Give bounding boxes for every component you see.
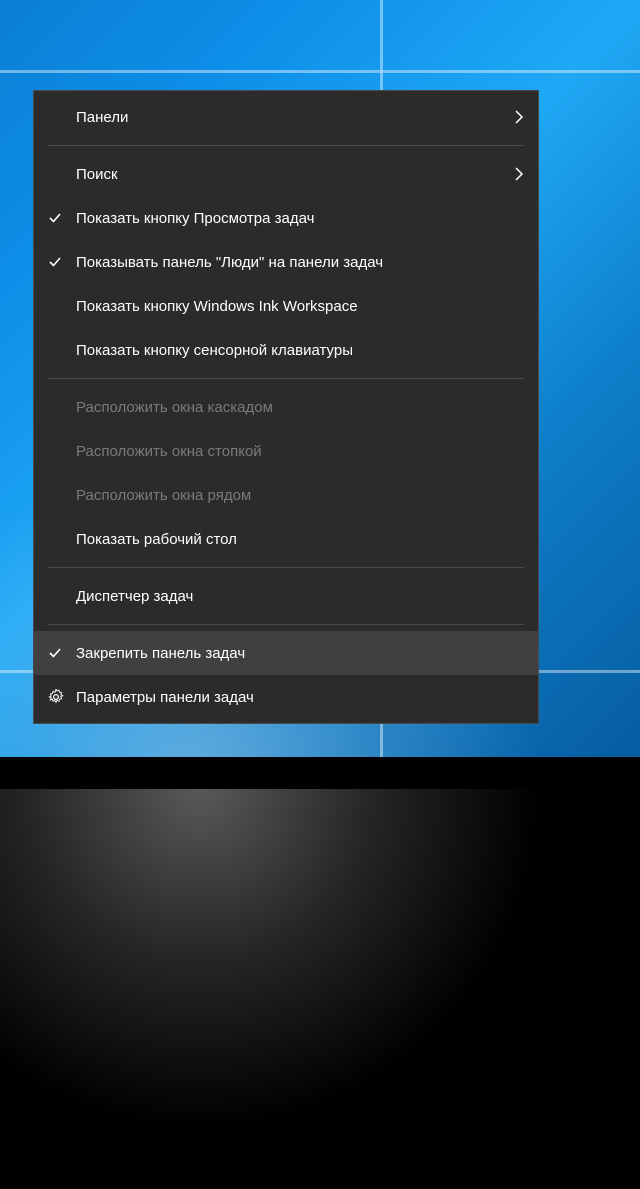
menu-label: Диспетчер задач	[76, 588, 500, 605]
menu-separator	[48, 145, 524, 146]
gear-icon	[48, 689, 76, 705]
chevron-right-icon	[500, 167, 524, 181]
menu-item-show-keyboard[interactable]: Показать кнопку сенсорной клавиатуры	[34, 328, 538, 372]
menu-label: Закрепить панель задач	[76, 645, 500, 662]
menu-label: Панели	[76, 109, 500, 126]
checkmark-icon	[48, 646, 76, 660]
menu-label: Показать кнопку сенсорной клавиатуры	[76, 342, 500, 359]
taskbar-context-menu: Панели Поиск Показать кнопку Просмотра з…	[33, 90, 539, 724]
menu-label: Показывать панель "Люди" на панели задач	[76, 254, 500, 271]
chevron-right-icon	[500, 110, 524, 124]
menu-item-stacked: Расположить окна стопкой	[34, 429, 538, 473]
menu-item-panels[interactable]: Панели	[34, 95, 538, 139]
menu-label: Показать рабочий стол	[76, 531, 500, 548]
menu-item-show-desktop[interactable]: Показать рабочий стол	[34, 517, 538, 561]
menu-item-show-people[interactable]: Показывать панель "Люди" на панели задач	[34, 240, 538, 284]
checkmark-icon	[48, 211, 76, 225]
menu-label: Поиск	[76, 166, 500, 183]
checkmark-icon	[48, 255, 76, 269]
menu-item-taskbar-settings[interactable]: Параметры панели задач	[34, 675, 538, 719]
menu-item-search[interactable]: Поиск	[34, 152, 538, 196]
taskbar-strip	[0, 757, 640, 789]
menu-label: Расположить окна каскадом	[76, 399, 500, 416]
menu-separator	[48, 567, 524, 568]
menu-label: Расположить окна рядом	[76, 487, 500, 504]
menu-label: Показать кнопку Windows Ink Workspace	[76, 298, 500, 315]
menu-item-cascade: Расположить окна каскадом	[34, 385, 538, 429]
menu-item-show-task-view[interactable]: Показать кнопку Просмотра задач	[34, 196, 538, 240]
menu-separator	[48, 378, 524, 379]
menu-item-task-manager[interactable]: Диспетчер задач	[34, 574, 538, 618]
menu-label: Расположить окна стопкой	[76, 443, 500, 460]
menu-separator	[48, 624, 524, 625]
menu-item-show-ink[interactable]: Показать кнопку Windows Ink Workspace	[34, 284, 538, 328]
menu-label: Показать кнопку Просмотра задач	[76, 210, 500, 227]
menu-label: Параметры панели задач	[76, 689, 500, 706]
menu-item-lock-taskbar[interactable]: Закрепить панель задач	[34, 631, 538, 675]
menu-item-side-by-side: Расположить окна рядом	[34, 473, 538, 517]
